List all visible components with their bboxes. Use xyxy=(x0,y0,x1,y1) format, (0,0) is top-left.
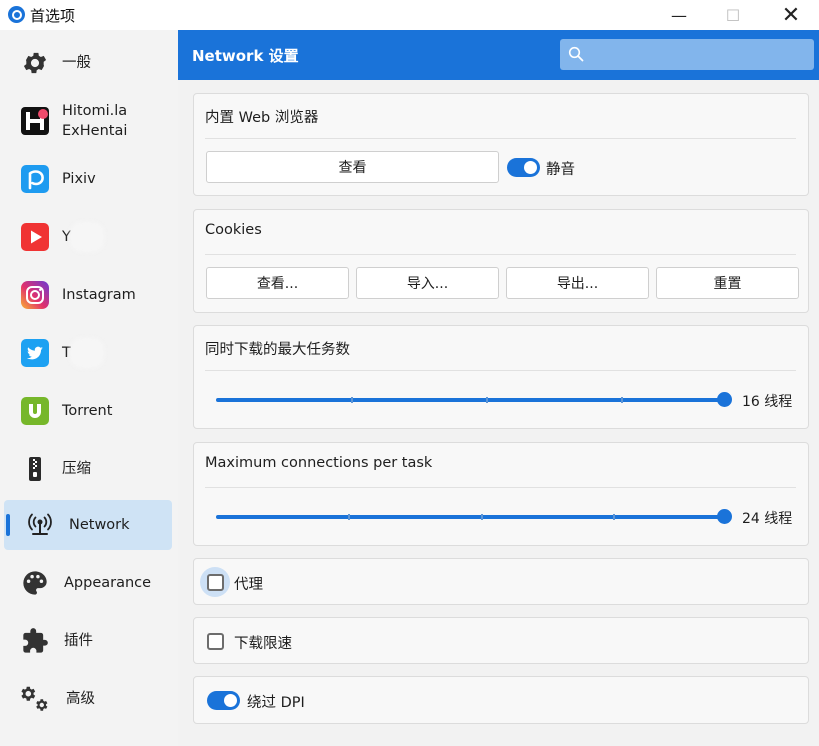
hitomi-icon xyxy=(19,105,51,137)
slider-tick xyxy=(348,514,350,520)
browser-title: 内置 Web 浏览器 xyxy=(205,110,319,126)
blur-mask xyxy=(70,222,104,252)
sidebar-item-advanced[interactable]: 高级 xyxy=(4,674,172,724)
cookies-card: Cookies 查看... 导入... 导出... 重置 xyxy=(193,209,809,313)
page-title: Network 设置 xyxy=(192,47,299,65)
utorrent-icon xyxy=(19,395,51,427)
search-input[interactable] xyxy=(560,39,814,70)
cookies-reset-button[interactable]: 重置 xyxy=(656,267,799,299)
sidebar-item-label: 插件 xyxy=(64,633,93,649)
sidebar-item-network[interactable]: Network xyxy=(4,500,172,550)
sidebar-item-label: Appearance xyxy=(64,575,152,591)
cookies-view-button[interactable]: 查看... xyxy=(206,267,349,299)
slider-tick xyxy=(613,514,615,520)
settings-panel: 内置 Web 浏览器 查看 静音 Cookies 查看... 导入... 导出.… xyxy=(178,80,819,746)
sidebar-item-twitter[interactable]: T ter xyxy=(4,328,172,378)
max-connections-card: Maximum connections per task 24 线程 xyxy=(193,442,809,546)
max-connections-value: 24 线程 xyxy=(742,511,793,527)
slider-tick xyxy=(486,397,488,403)
sidebar-item-pixiv[interactable]: Pixiv xyxy=(4,154,172,204)
mute-toggle[interactable] xyxy=(507,158,540,177)
gear-icon xyxy=(19,47,51,79)
pixiv-icon xyxy=(19,163,51,195)
blur-mask xyxy=(70,338,104,368)
max-tasks-card: 同时下载的最大任务数 16 线程 xyxy=(193,325,809,429)
browser-card: 内置 Web 浏览器 查看 静音 xyxy=(193,93,809,196)
youtube-icon xyxy=(19,221,51,253)
sidebar: 一般 Hitomi.la ExHentai Pixiv Y be Instagr… xyxy=(0,30,178,746)
sidebar-item-label: Torrent xyxy=(62,403,113,419)
bypass-dpi-card: 绕过 DPI xyxy=(193,676,809,724)
sidebar-item-label: Hitomi.la ExHentai xyxy=(62,96,127,146)
slider-handle[interactable] xyxy=(717,509,732,524)
toggle-knob xyxy=(224,694,237,707)
max-tasks-title: 同时下载的最大任务数 xyxy=(205,342,350,358)
slider-tick xyxy=(621,397,623,403)
palette-icon xyxy=(19,567,51,599)
title-bar: 首选项 — ☐ ✕ xyxy=(0,0,819,30)
slider-tick xyxy=(481,514,483,520)
cookies-import-button[interactable]: 导入... xyxy=(356,267,499,299)
sidebar-item-label: 一般 xyxy=(62,55,91,71)
sidebar-item-general[interactable]: 一般 xyxy=(4,38,172,88)
proxy-card: 代理 xyxy=(193,558,809,605)
search-icon xyxy=(568,46,584,62)
close-button[interactable]: ✕ xyxy=(768,0,814,30)
sidebar-item-label: Pixiv xyxy=(62,171,96,187)
page-header: Network 设置 xyxy=(178,30,819,80)
divider xyxy=(205,138,796,139)
divider xyxy=(205,370,796,371)
sidebar-item-instagram[interactable]: Instagram xyxy=(4,270,172,320)
sidebar-item-label: 压缩 xyxy=(62,461,91,477)
speed-limit-checkbox[interactable] xyxy=(207,633,224,650)
divider xyxy=(205,254,796,255)
sidebar-item-label: Instagram xyxy=(62,287,136,303)
cookies-export-button[interactable]: 导出... xyxy=(506,267,649,299)
speed-limit-card: 下载限速 xyxy=(193,617,809,664)
toggle-knob xyxy=(524,161,537,174)
sidebar-item-torrent[interactable]: Torrent xyxy=(4,386,172,436)
bypass-dpi-toggle[interactable] xyxy=(207,691,240,710)
max-tasks-slider[interactable] xyxy=(216,392,732,407)
sidebar-item-label-line1: Hitomi.la xyxy=(62,103,128,119)
puzzle-icon xyxy=(19,625,51,657)
sidebar-item-hitomi[interactable]: Hitomi.la ExHentai xyxy=(4,96,172,146)
proxy-label: 代理 xyxy=(234,577,263,593)
sidebar-item-label-line2: ExHentai xyxy=(62,123,128,139)
sidebar-item-label: Network xyxy=(69,517,130,533)
mute-label: 静音 xyxy=(546,162,575,178)
sidebar-item-appearance[interactable]: Appearance xyxy=(4,558,172,608)
max-tasks-value: 16 线程 xyxy=(742,394,793,410)
app-logo-icon xyxy=(8,6,25,23)
bypass-dpi-label: 绕过 DPI xyxy=(247,695,305,711)
zip-icon xyxy=(19,453,51,485)
proxy-checkbox[interactable] xyxy=(207,574,224,591)
instagram-icon xyxy=(19,279,51,311)
sidebar-item-compress[interactable]: 压缩 xyxy=(4,444,172,494)
maximize-button[interactable]: ☐ xyxy=(710,0,756,30)
divider xyxy=(205,487,796,488)
max-connections-title: Maximum connections per task xyxy=(205,455,433,471)
sidebar-item-youtube[interactable]: Y be xyxy=(4,212,172,262)
max-connections-slider[interactable] xyxy=(216,509,732,524)
antenna-icon xyxy=(24,509,56,541)
browser-view-button[interactable]: 查看 xyxy=(206,151,499,183)
sidebar-item-plugins[interactable]: 插件 xyxy=(4,616,172,666)
window-title: 首选项 xyxy=(30,7,76,25)
cookies-title: Cookies xyxy=(205,222,262,238)
speed-limit-label: 下载限速 xyxy=(234,636,292,652)
slider-tick xyxy=(351,397,353,403)
sidebar-item-label: 高级 xyxy=(66,691,95,707)
twitter-icon xyxy=(19,337,51,369)
minimize-button[interactable]: — xyxy=(656,0,702,30)
slider-handle[interactable] xyxy=(717,392,732,407)
gears-icon xyxy=(19,683,51,715)
